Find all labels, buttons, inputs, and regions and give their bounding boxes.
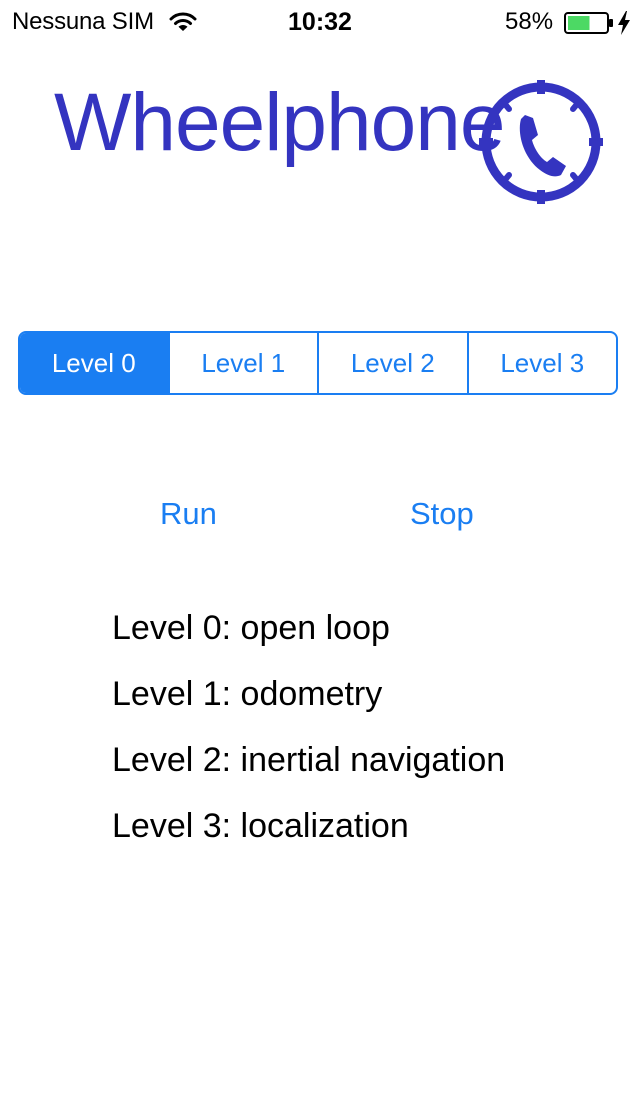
level-description-0: Level 0: open loop (112, 609, 390, 647)
app-logo-text: Wheelphone (54, 77, 505, 168)
battery-icon (564, 12, 613, 34)
battery-percentage: 58% (505, 8, 554, 35)
level-descriptions-list: Level 0: open loop Level 1: odometry Level… (112, 606, 505, 870)
stop-button[interactable]: Stop (410, 496, 474, 532)
status-bar: Nessuna SIM 10:32 58% (0, 0, 640, 46)
level-description-2: Level 2: inertial navigation (112, 741, 506, 779)
segment-level-0[interactable]: Level 0 (20, 333, 168, 393)
level-description-3: Level 3: localization (112, 807, 409, 845)
level-description-1: Level 1: odometry (112, 675, 383, 713)
segment-level-3[interactable]: Level 3 (466, 333, 617, 393)
segment-level-1[interactable]: Level 1 (167, 333, 318, 393)
segment-level-2[interactable]: Level 2 (317, 333, 467, 393)
run-button[interactable]: Run (160, 496, 217, 532)
phone-in-dial-icon (479, 80, 603, 204)
bolt-icon (618, 11, 630, 35)
level-segmented-control: Level 0 Level 1 Level 2 Level 3 (18, 331, 618, 395)
